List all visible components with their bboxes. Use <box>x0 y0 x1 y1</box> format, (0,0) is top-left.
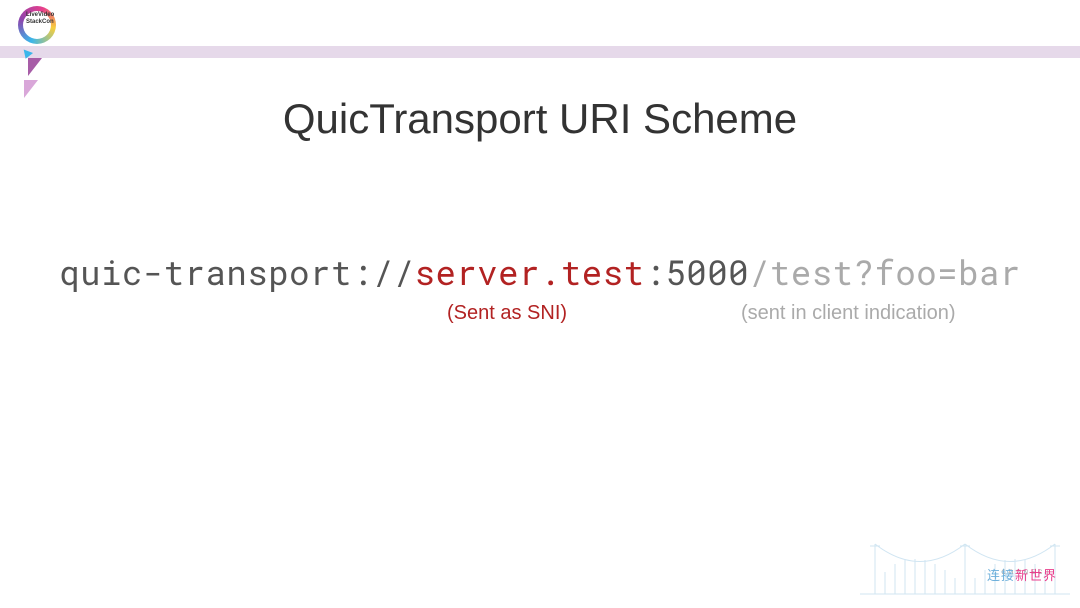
logo-line1: LiveVideo <box>26 12 54 18</box>
footer-text-left: 连接 <box>987 568 1015 583</box>
annotation-sni: (Sent as SNI) <box>447 302 567 325</box>
event-logo: LiveVideo StackCon <box>18 6 68 56</box>
uri-example: quic-transport://server.test:5000/test?f… <box>0 250 1080 295</box>
footer-tagline: 连接新世界 <box>987 565 1057 584</box>
top-accent-bar <box>0 46 1080 58</box>
uri-path: /test?foo=bar <box>749 250 1021 295</box>
uri-port: :5000 <box>645 250 750 295</box>
uri-host: server.test <box>415 250 645 295</box>
logo-line2: StackCon <box>26 19 54 25</box>
annotation-client-indication: (sent in client indication) <box>741 302 956 325</box>
annotation-row: (Sent as SNI) (sent in client indication… <box>0 302 1080 332</box>
decor-triangle-icon <box>28 58 42 76</box>
footer-text-right: 新世界 <box>1015 568 1057 583</box>
slide-title: QuicTransport URI Scheme <box>0 95 1080 143</box>
uri-scheme: quic-transport:// <box>59 250 414 295</box>
